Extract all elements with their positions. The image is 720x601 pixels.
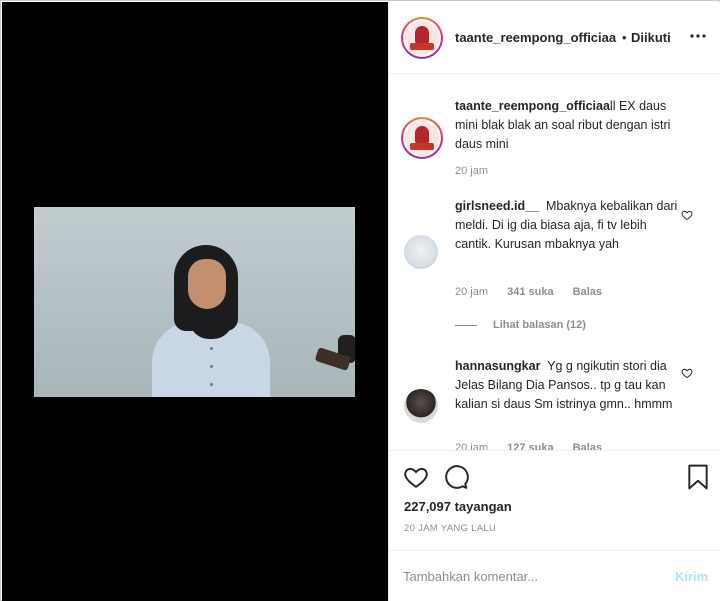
heart-icon[interactable] [403, 464, 429, 490]
caption-username[interactable]: taante_reempong_officiaa [455, 99, 610, 113]
reply-button[interactable]: Balas [573, 442, 602, 450]
comment-likes[interactable]: 341 suka [507, 286, 553, 298]
video-player[interactable] [34, 207, 355, 397]
header-separator: • [622, 30, 627, 45]
video-button-detail [210, 383, 213, 386]
comment-username[interactable]: girlsneed.id__ [455, 199, 539, 213]
comment-meta: 20 jam 341 suka Balas [455, 286, 618, 298]
caption-text: taante_reempong_officiaall EX daus mini … [455, 97, 685, 154]
view-count[interactable]: 227,097 tayangan [404, 499, 512, 514]
more-options-icon[interactable] [689, 26, 707, 44]
comment-composer: Kirim [389, 550, 720, 601]
media-area [2, 2, 388, 601]
comment-text: girlsneed.id__ Mbaknya kebalikan dari me… [455, 197, 685, 254]
post-comment-button[interactable]: Kirim [675, 569, 708, 584]
comment-time[interactable]: 20 jam [455, 286, 488, 298]
avatar[interactable] [401, 17, 443, 59]
reply-button[interactable]: Balas [573, 286, 602, 298]
video-button-detail [210, 347, 213, 350]
video-button-detail [210, 365, 213, 368]
comments-list[interactable]: taante_reempong_officiaall EX daus mini … [389, 75, 720, 450]
comment-icon[interactable] [443, 464, 469, 490]
comment-text: hannasungkar Yg g ngikutin stori dia Jel… [455, 357, 685, 414]
post-panel: taante_reempong_officiaa • Diikuti taant… [388, 2, 720, 601]
post-timestamp[interactable]: 20 JAM YANG LALU [404, 523, 496, 534]
view-replies-button[interactable]: Lihat balasan (12) [455, 319, 586, 331]
comment-input[interactable] [403, 565, 643, 587]
post-actions: 227,097 tayangan 20 JAM YANG LALU [389, 450, 720, 550]
view-replies-label: Lihat balasan (12) [493, 319, 586, 331]
header-username[interactable]: taante_reempong_officiaa [455, 30, 616, 45]
avatar[interactable] [404, 235, 438, 269]
avatar[interactable] [404, 389, 438, 423]
post-header: taante_reempong_officiaa • Diikuti [389, 2, 720, 74]
avatar[interactable] [401, 117, 443, 159]
bookmark-icon[interactable] [687, 464, 709, 490]
post-window: taante_reempong_officiaa • Diikuti taant… [0, 0, 720, 601]
comment-likes[interactable]: 127 suka [507, 442, 553, 450]
comment-time[interactable]: 20 jam [455, 442, 488, 450]
heart-icon[interactable] [681, 367, 693, 379]
follow-status-button[interactable]: Diikuti [631, 30, 671, 45]
video-subject-face [188, 259, 226, 309]
heart-icon[interactable] [681, 209, 693, 221]
comment-username[interactable]: hannasungkar [455, 359, 540, 373]
comment-meta: 20 jam 127 suka Balas [455, 442, 618, 450]
caption-time[interactable]: 20 jam [455, 165, 488, 177]
caption-meta: 20 jam [455, 165, 504, 177]
replies-divider [455, 324, 477, 326]
